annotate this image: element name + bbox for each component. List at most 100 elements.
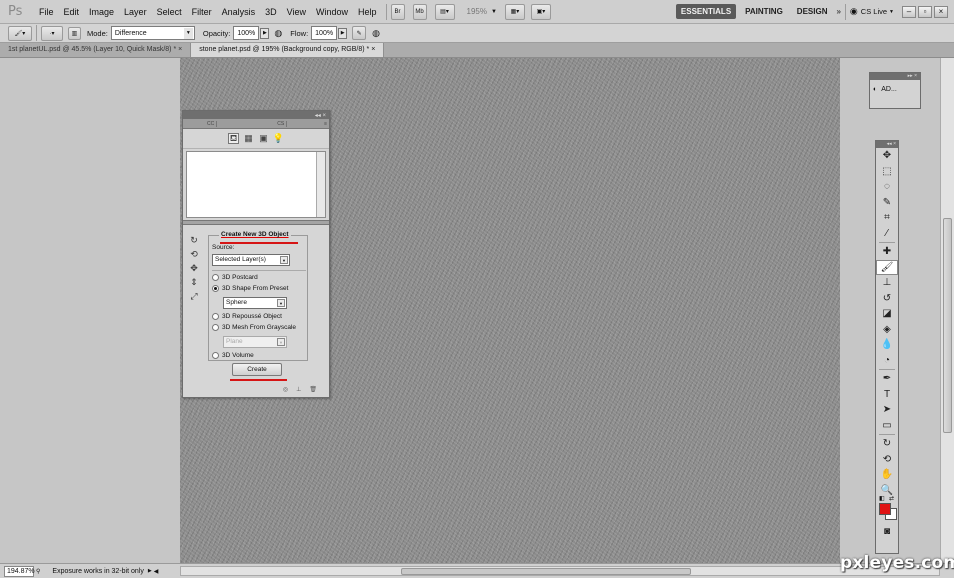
toggle-ground-plane-icon[interactable]: ◎ [283, 386, 288, 394]
chevron-down-icon[interactable]: ▼ [491, 9, 497, 15]
eraser-tool-icon[interactable]: ◪ [876, 306, 898, 322]
scene-icon[interactable]: ⛾ [228, 133, 239, 144]
menu-edit[interactable]: Edit [59, 7, 85, 17]
chevron-down-icon[interactable]: ▼ [889, 9, 894, 15]
close-button[interactable]: × [934, 5, 948, 18]
radio-3d-volume[interactable]: 3D Volume [212, 352, 254, 359]
type-tool-icon[interactable]: T [876, 387, 898, 403]
airbrush-toggle[interactable]: ✎ [352, 26, 367, 40]
dodge-tool-icon[interactable]: ◔ [876, 353, 898, 369]
menu-filter[interactable]: Filter [187, 7, 217, 17]
default-colors-icon[interactable]: ◧ [879, 495, 885, 502]
radio-3d-shape-from-preset[interactable]: 3D Shape From Preset [212, 285, 288, 292]
pen-tool-icon[interactable]: ✒ [876, 371, 898, 387]
zoom-level[interactable]: 195% [467, 7, 487, 16]
workspace-painting[interactable]: PAINTING [740, 4, 788, 19]
roll-3d-icon[interactable]: ⟲ [186, 249, 202, 260]
pressure-size-icon[interactable]: ◍ [372, 28, 380, 39]
crop-tool-icon[interactable]: ⌗ [876, 210, 898, 226]
flow-input[interactable]: 100% [311, 26, 338, 40]
menu-view[interactable]: View [282, 7, 311, 17]
radio-3d-mesh-from-grayscale[interactable]: 3D Mesh From Grayscale [212, 324, 296, 331]
flow-slider-toggle[interactable]: ▶ [338, 27, 348, 39]
toolbox-title-bar[interactable]: ◂◂ × [876, 141, 898, 148]
zoom-input[interactable]: 194.87% [4, 565, 35, 577]
scrollbar-thumb[interactable] [401, 568, 691, 575]
lasso-tool-icon[interactable]: ◌ [876, 179, 898, 195]
clone-stamp-tool-icon[interactable]: ⊥ [876, 275, 898, 291]
view-extras-button[interactable]: ▤▾ [434, 3, 455, 20]
list-scrollbar[interactable] [316, 152, 325, 217]
radio-3d-postcard[interactable]: 3D Postcard [212, 274, 258, 281]
scale-3d-icon[interactable]: ⤢ [186, 291, 202, 302]
panel-divider[interactable] [183, 220, 329, 225]
delete-icon[interactable]: 🗑 [309, 386, 317, 394]
rectangle-tool-icon[interactable]: ▭ [876, 418, 898, 434]
workspace-design[interactable]: DESIGN [792, 4, 833, 19]
brush-tool-icon[interactable]: 🖌 [876, 259, 898, 275]
material-icon[interactable]: ▣ [258, 133, 269, 144]
marquee-tool-icon[interactable]: ⬚ [876, 164, 898, 180]
close-icon[interactable]: × [178, 46, 182, 53]
mode-select[interactable]: Difference ▼ [110, 26, 195, 40]
brush-picker[interactable]: ·▾ [41, 25, 63, 41]
status-menu-arrow-icon[interactable]: ▶ [148, 568, 152, 574]
menu-3d[interactable]: 3D [260, 7, 282, 17]
mini-bridge-button[interactable]: Mb [412, 3, 427, 20]
create-button[interactable]: Create [232, 363, 282, 376]
tab-cc[interactable]: CC [205, 120, 218, 127]
scroll-left-icon[interactable]: ◀ [154, 568, 159, 575]
tab-document-1[interactable]: 1st planetUL.psd @ 45.5% (Layer 10, Quic… [0, 43, 192, 57]
status-options-icon[interactable]: ⚲ [36, 568, 40, 575]
path-selection-tool-icon[interactable]: ➤ [876, 402, 898, 418]
quick-mask-icon[interactable]: ◙ [876, 524, 898, 540]
history-brush-tool-icon[interactable]: ↺ [876, 291, 898, 307]
brush-panel-toggle[interactable]: ▥ [68, 26, 81, 40]
healing-brush-tool-icon[interactable]: ✚ [876, 244, 898, 260]
opacity-input[interactable]: 100% [233, 26, 260, 40]
arrange-documents-button[interactable]: ▦▾ [504, 3, 525, 20]
paint-bucket-tool-icon[interactable]: ◈ [876, 322, 898, 338]
menu-image[interactable]: Image [84, 7, 119, 17]
panel-menu-icon[interactable]: ≡ [324, 121, 329, 127]
tab-cs[interactable]: CS [275, 120, 288, 127]
cs-live-button[interactable]: CS Live [861, 7, 887, 16]
panel-title-bar[interactable]: ◂◂ × [183, 111, 329, 119]
rotate-3d-icon[interactable]: ↻ [186, 235, 202, 246]
close-icon[interactable]: × [371, 46, 375, 53]
3d-rotate-tool-icon[interactable]: ↻ [876, 436, 898, 452]
quick-selection-tool-icon[interactable]: ✎ [876, 195, 898, 211]
foreground-color-swatch[interactable] [879, 503, 891, 515]
tool-preset-picker[interactable]: 🖌▾ [8, 25, 32, 41]
menu-window[interactable]: Window [311, 7, 353, 17]
move-tool-icon[interactable]: ✥ [876, 148, 898, 164]
tab-document-2[interactable]: stone planet.psd @ 195% (Background copy… [191, 43, 385, 57]
opacity-slider-toggle[interactable]: ▶ [260, 27, 270, 39]
adjustments-panel-button[interactable]: ◐ AD... [870, 80, 920, 99]
workspace-more-icon[interactable]: » [836, 7, 840, 16]
menu-file[interactable]: File [34, 7, 59, 17]
radio-3d-repousse-object[interactable]: 3D Repoussé Object [212, 313, 282, 320]
vertical-scrollbar[interactable] [940, 58, 954, 563]
screen-mode-button[interactable]: ▣▾ [530, 3, 551, 20]
pressure-opacity-icon[interactable]: ◍ [274, 28, 282, 39]
workspace-essentials[interactable]: ESSENTIALS [675, 4, 737, 19]
new-light-icon[interactable]: ⊥ [296, 386, 301, 394]
3d-orbit-tool-icon[interactable]: ⟲ [876, 452, 898, 468]
panel-title-bar[interactable]: ▸▸ × [870, 73, 920, 80]
slide-3d-icon[interactable]: ⇕ [186, 277, 202, 288]
menu-select[interactable]: Select [152, 7, 187, 17]
menu-help[interactable]: Help [353, 7, 382, 17]
preset-shape-select[interactable]: Sphere ▼ [223, 297, 287, 309]
minimize-button[interactable]: – [902, 5, 916, 18]
swap-colors-icon[interactable]: ⇄ [889, 495, 894, 502]
mesh-icon[interactable]: ▦ [243, 133, 254, 144]
menu-analysis[interactable]: Analysis [217, 7, 261, 17]
source-select[interactable]: Selected Layer(s) ▼ [212, 254, 290, 266]
pan-3d-icon[interactable]: ✥ [186, 263, 202, 274]
scrollbar-thumb[interactable] [943, 218, 952, 433]
light-icon[interactable]: 💡 [273, 133, 284, 144]
eyedropper-tool-icon[interactable]: ⁄ [876, 226, 898, 242]
restore-button[interactable]: ▫ [918, 5, 932, 18]
horizontal-scrollbar[interactable] [180, 566, 940, 576]
